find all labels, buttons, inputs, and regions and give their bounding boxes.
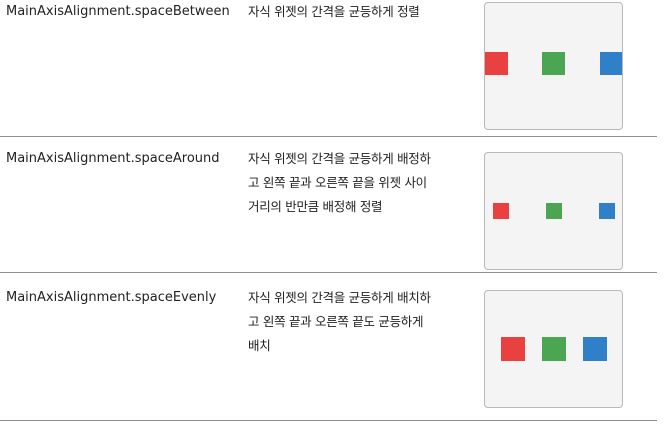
description-line: 자식 위젯의 간격을 균등하게 정렬 bbox=[248, 4, 420, 19]
blue-box bbox=[599, 203, 615, 219]
red-box bbox=[501, 337, 525, 361]
green-box bbox=[546, 203, 562, 219]
alignment-table: MainAxisAlignment.spaceBetween 자식 위젯의 간격… bbox=[0, 0, 657, 421]
preview-space-evenly bbox=[484, 290, 623, 408]
description-line: 배치 bbox=[248, 338, 271, 353]
table-row-space-between: MainAxisAlignment.spaceBetween 자식 위젯의 간격… bbox=[0, 0, 657, 137]
description-line: 자식 위젯의 간격을 균등하게 배정하 bbox=[248, 151, 431, 166]
property-name: MainAxisAlignment.spaceAround bbox=[6, 151, 220, 166]
property-description: 자식 위젯의 간격을 균등하게 배정하 고 왼쪽 끝과 오른쪽 끝을 위젯 사이… bbox=[248, 147, 458, 219]
red-box bbox=[493, 203, 509, 219]
property-description: 자식 위젯의 간격을 균등하게 정렬 bbox=[248, 0, 458, 24]
green-box bbox=[542, 52, 565, 75]
description-line: 거리의 반만큼 배정해 정렬 bbox=[248, 199, 383, 214]
property-name: MainAxisAlignment.spaceEvenly bbox=[6, 290, 217, 305]
description-line: 고 왼쪽 끝과 오른쪽 끝도 균등하게 bbox=[248, 314, 424, 329]
green-box bbox=[542, 337, 566, 361]
preview-space-around bbox=[484, 152, 623, 270]
description-line: 자식 위젯의 간격을 균등하게 배치하 bbox=[248, 290, 431, 305]
property-name: MainAxisAlignment.spaceBetween bbox=[6, 4, 230, 19]
blue-box bbox=[600, 52, 622, 75]
property-description: 자식 위젯의 간격을 균등하게 배치하 고 왼쪽 끝과 오른쪽 끝도 균등하게 … bbox=[248, 286, 458, 358]
blue-box bbox=[583, 337, 607, 361]
table-row-space-evenly: MainAxisAlignment.spaceEvenly 자식 위젯의 간격을… bbox=[0, 273, 657, 421]
preview-space-between bbox=[484, 2, 623, 130]
description-line: 고 왼쪽 끝과 오른쪽 끝을 위젯 사이 bbox=[248, 175, 427, 190]
table-row-space-around: MainAxisAlignment.spaceAround 자식 위젯의 간격을… bbox=[0, 137, 657, 273]
red-box bbox=[485, 52, 508, 75]
